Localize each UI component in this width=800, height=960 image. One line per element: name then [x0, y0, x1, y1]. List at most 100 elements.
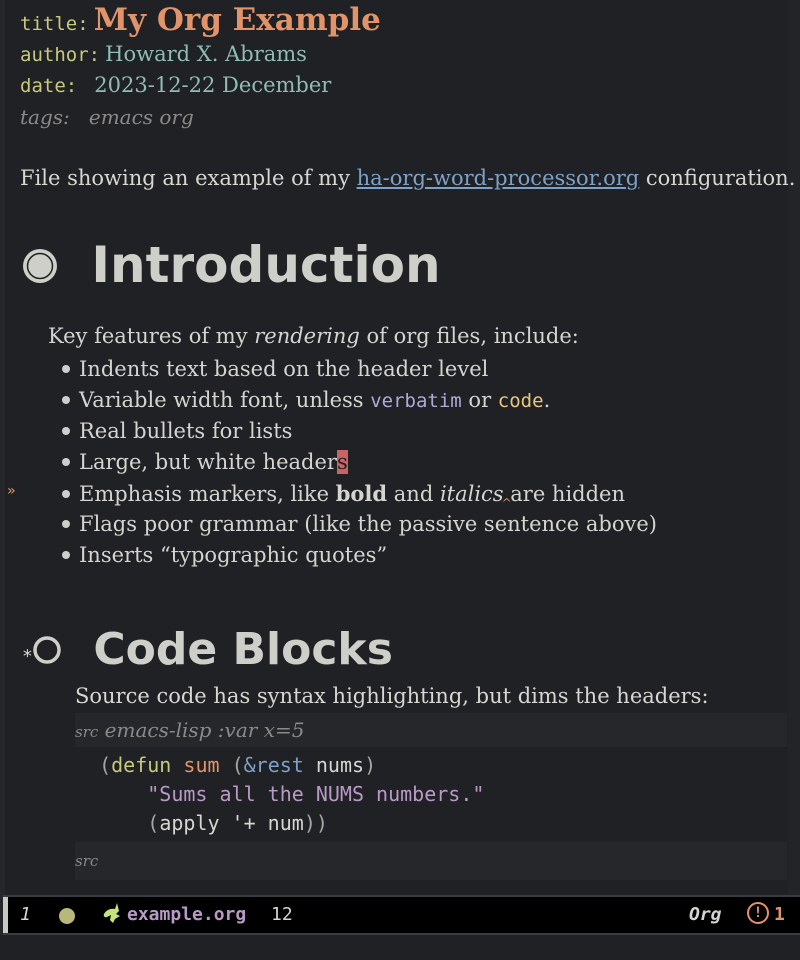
code-token-defun: defun [111, 753, 172, 777]
heading-code-blocks-text: Code Blocks [93, 624, 393, 675]
code-token-rest: &rest [243, 753, 304, 777]
author-value: Howard X. Abrams [105, 42, 307, 66]
list-item-text: Variable width font, unless [79, 388, 371, 412]
heading-introduction-text: Introduction [91, 236, 441, 294]
feature-list: Indents text based on the header level V… [62, 354, 657, 571]
list-item-text: Emphasis markers, like [79, 482, 336, 506]
bullet-icon [62, 457, 70, 466]
modeline-active-indicator [3, 897, 8, 933]
line-number: 12 [271, 904, 293, 925]
modeline: 1 example.org 12 Org ! 1 [3, 895, 800, 935]
code-token-fn: sum [183, 753, 220, 777]
intro-paragraph: File showing an example of my ha-org-wor… [20, 166, 795, 190]
list-item-text: are hidden [503, 482, 626, 506]
code-token: apply '+ num [159, 811, 304, 835]
italic-text: italics [439, 482, 504, 506]
date-keyword: date: [20, 75, 78, 97]
major-mode[interactable]: Org [689, 897, 722, 933]
list-item-text: Inserts “typographic quotes” [79, 543, 388, 567]
tags-keyword: tags: [20, 105, 70, 129]
list-item: Emphasis markers, like bold and italics ^… [62, 478, 657, 510]
right-fringe [788, 0, 800, 895]
filled-circle-bullet-icon [20, 240, 60, 298]
list-item-text: . [543, 388, 551, 412]
buffer-status-dot-icon [59, 908, 75, 924]
warning-icon: ! [747, 902, 769, 924]
list-item-text: Flags poor grammar (like the passive sen… [79, 512, 658, 536]
verbatim-text: verbatim [370, 390, 462, 412]
bullet-icon [62, 364, 70, 373]
grammar-caret-icon: ^ [501, 496, 512, 510]
document-title: My Org Example [93, 2, 381, 38]
intro-text-end: configuration. [639, 166, 796, 190]
list-intro-text-end: of org files, include: [359, 324, 579, 348]
warning-count: 1 [774, 904, 785, 925]
bold-text: bold [335, 481, 388, 506]
heading-code-blocks[interactable]: Code Blocks [30, 624, 393, 678]
code-line: (defun sum (&rest nums) [75, 751, 787, 780]
code-token: nums [303, 753, 365, 777]
bullet-icon [62, 489, 70, 498]
bullet-icon [62, 550, 70, 559]
list-item-text: Large, but white header [79, 450, 337, 474]
buffer-filename[interactable]: example.org [127, 897, 246, 933]
flycheck-warnings[interactable]: ! 1 [747, 897, 785, 933]
src-args: emacs-lisp :var x=5 [104, 718, 305, 742]
code-token-paren: ) [364, 753, 377, 777]
src-keyword: src [75, 723, 99, 741]
list-intro-text: Key features of my [48, 324, 255, 348]
list-item: Flags poor grammar (like the passive sen… [62, 509, 657, 540]
code-token-paren: ( [231, 753, 244, 777]
code-token-paren: ( [99, 753, 112, 777]
tags-value: emacs org [88, 105, 194, 129]
list-intro-line: Key features of my rendering of org file… [48, 324, 579, 348]
code-token-str: "Sums all the NUMS numbers." [147, 782, 485, 806]
heading-introduction[interactable]: Introduction [20, 236, 441, 298]
src-block-body[interactable]: (defun sum (&rest nums) "Sums all the NU… [75, 747, 787, 842]
bullet-icon [62, 519, 70, 528]
code-token-paren: )) [303, 811, 328, 835]
code-line: "Sums all the NUMS numbers." [75, 780, 787, 809]
code-text: code [497, 390, 544, 412]
emacs-frame: title: My Org Example author: Howard X. … [0, 0, 800, 960]
fringe-arrow-icon: » [7, 483, 16, 499]
list-item-text: Real bullets for lists [79, 419, 293, 443]
src-block-header: src emacs-lisp :var x=5 [75, 713, 787, 747]
meta-author-line: author: Howard X. Abrams [20, 42, 307, 66]
src-block-footer: src [75, 842, 787, 880]
list-item: Real bullets for lists [62, 416, 657, 447]
italic-rendering: rendering [254, 324, 360, 348]
list-item: Variable width font, unless verbatim or … [62, 385, 657, 416]
code-section-paragraph: Source code has syntax highlighting, but… [75, 684, 709, 708]
date-value: 2023-12-22 December [94, 73, 332, 97]
left-window-edge [0, 0, 5, 960]
author-keyword: author: [20, 44, 101, 66]
bullet-icon [62, 395, 70, 404]
list-item-text: or [461, 388, 498, 412]
meta-title-line: title: My Org Example [20, 2, 381, 38]
fold-star-icon: * [22, 646, 33, 667]
hollow-circle-bullet-icon [30, 627, 64, 678]
list-item-text: Indents text based on the header level [79, 357, 489, 381]
config-file-link[interactable]: ha-org-word-processor.org [357, 166, 640, 190]
meta-date-line: date: 2023-12-22 December [20, 73, 331, 97]
meta-tags-line: tags: emacs org [20, 105, 194, 129]
list-item: Inserts “typographic quotes” [62, 540, 657, 571]
unicorn-icon [99, 897, 123, 933]
source-block[interactable]: src emacs-lisp :var x=5 (defun sum (&res… [75, 713, 787, 880]
bullet-icon [62, 426, 70, 435]
window-number: 1 [20, 904, 31, 925]
code-token-paren: ( [147, 811, 160, 835]
title-keyword: title: [20, 13, 89, 35]
list-item-text: and [387, 482, 440, 506]
intro-text: File showing an example of my [20, 166, 357, 190]
echo-area[interactable] [0, 935, 800, 960]
text-cursor[interactable]: s [336, 450, 348, 474]
code-line: (apply '+ num)) [75, 809, 787, 838]
